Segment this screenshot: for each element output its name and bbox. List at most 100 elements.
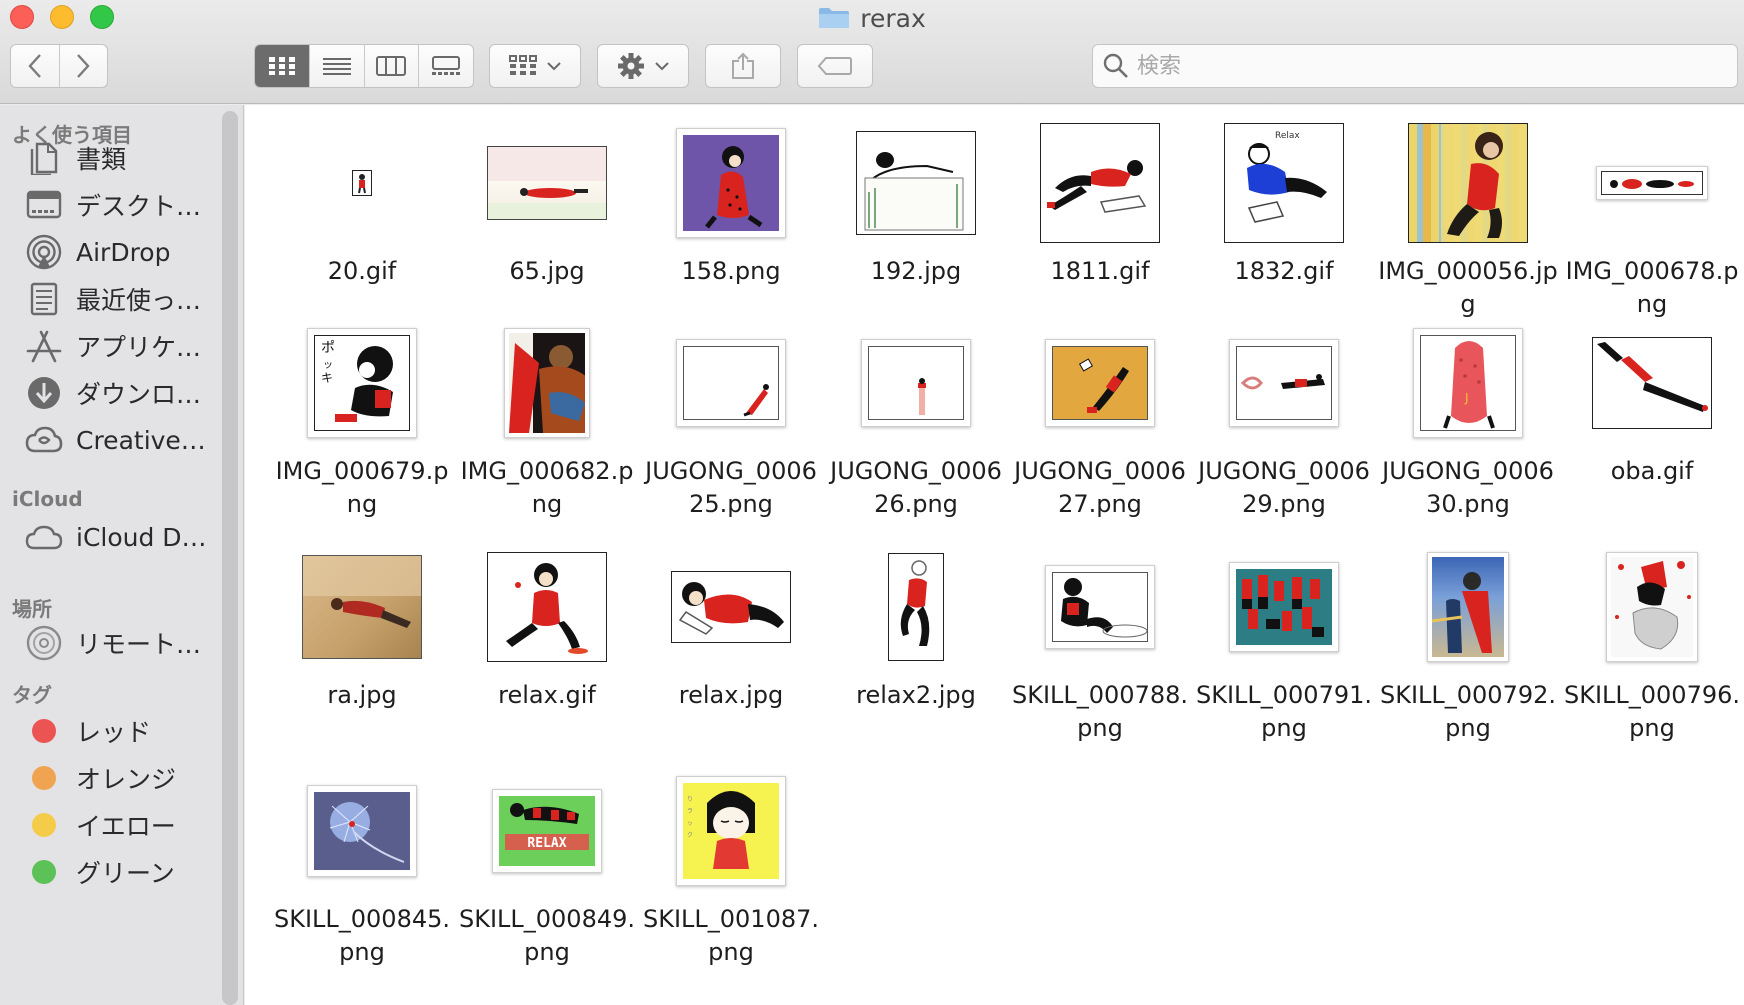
file-name: JUGONG_000627.png xyxy=(1014,457,1186,518)
search-input[interactable] xyxy=(1137,53,1697,79)
chevron-right-icon xyxy=(77,54,90,78)
share-button[interactable] xyxy=(705,44,781,88)
file-item[interactable]: relax2.jpg xyxy=(831,537,1001,757)
sidebar-scrollbar[interactable] xyxy=(222,111,238,1005)
gallery-view-button[interactable] xyxy=(418,45,473,87)
thumbnail-frame xyxy=(1567,313,1737,453)
tag-icon xyxy=(817,57,852,75)
image-thumbnail xyxy=(671,571,791,643)
sidebar-item-downloads[interactable]: ダウンロ… xyxy=(24,370,214,416)
sidebar-item-desktop[interactable]: デスクト… xyxy=(24,182,214,228)
close-window-button[interactable] xyxy=(10,5,34,29)
search-field[interactable] xyxy=(1092,44,1738,88)
thumbnail-frame xyxy=(1567,113,1737,253)
thumbnail-frame xyxy=(277,113,447,253)
file-item[interactable]: IMG_000056.jpg xyxy=(1378,113,1558,333)
sidebar-tag-green[interactable]: グリーン xyxy=(24,849,214,895)
file-item[interactable]: ポッキ IMG_000679.png xyxy=(276,313,448,533)
image-thumbnail: Relax xyxy=(1224,123,1344,243)
file-item[interactable]: RELAX SKILL_000849.png xyxy=(459,761,635,981)
forward-button[interactable] xyxy=(58,45,108,87)
thumbnail-frame xyxy=(462,537,632,677)
file-item[interactable]: SKILL_000845.png xyxy=(274,761,450,981)
file-item[interactable]: oba.gif xyxy=(1567,313,1737,533)
file-name: relax.jpg xyxy=(678,681,784,709)
file-item[interactable]: 1811.gif xyxy=(1015,113,1185,333)
share-icon xyxy=(732,52,754,79)
window-title: rerax xyxy=(860,3,926,33)
relax-banner-text: RELAX xyxy=(527,836,566,851)
file-item[interactable]: SKILL_000792.png xyxy=(1380,537,1556,757)
sidebar-item-label: AirDrop xyxy=(76,237,171,267)
action-menu-button[interactable] xyxy=(597,44,689,88)
thumbnail-frame xyxy=(1199,313,1369,453)
sidebar-item-airdrop[interactable]: AirDrop xyxy=(24,229,214,275)
file-item[interactable]: IMG_000682.png xyxy=(461,313,633,533)
file-item[interactable]: 65.jpg xyxy=(462,113,632,333)
thumbnail-frame xyxy=(1015,113,1185,253)
sidebar-item-applications[interactable]: アプリケ… xyxy=(24,323,214,369)
column-view-button[interactable] xyxy=(363,45,419,87)
image-thumbnail: りラック xyxy=(676,776,786,886)
file-item[interactable]: JUGONG_000627.png xyxy=(1014,313,1186,533)
view-mode-group xyxy=(254,44,474,88)
image-thumbnail xyxy=(487,146,607,220)
title-bar: rerax xyxy=(0,0,1744,104)
applications-icon xyxy=(24,326,64,366)
file-name: SKILL_000792.png xyxy=(1379,681,1557,742)
sidebar-tag-orange[interactable]: オレンジ xyxy=(24,755,214,801)
svg-text:Relax: Relax xyxy=(1275,131,1300,141)
file-item[interactable]: Relax 1832.gif xyxy=(1199,113,1369,333)
file-item[interactable]: J JUGONG_000630.png xyxy=(1382,313,1554,533)
sidebar-item-label: Creative… xyxy=(76,425,206,455)
file-item[interactable]: SKILL_000796.png xyxy=(1564,537,1740,757)
file-item[interactable]: JUGONG_000626.png xyxy=(830,313,1002,533)
file-item[interactable]: 20.gif xyxy=(277,113,447,333)
file-name: JUGONG_000626.png xyxy=(830,457,1002,518)
file-item[interactable]: JUGONG_000625.png xyxy=(645,313,817,533)
image-thumbnail xyxy=(1229,562,1339,652)
sidebar-item-label: レッド xyxy=(76,718,152,747)
image-thumbnail xyxy=(352,170,372,196)
thumbnail-frame xyxy=(831,113,1001,253)
list-view-button[interactable] xyxy=(308,45,364,87)
file-name: IMG_000682.png xyxy=(460,457,634,518)
sidebar-header-tags: タグ xyxy=(12,683,52,707)
downloads-icon xyxy=(24,373,64,413)
sidebar-header-places: 場所 xyxy=(12,597,52,621)
file-item[interactable]: IMG_000678.png xyxy=(1566,113,1738,333)
icon-view-button[interactable] xyxy=(255,45,309,87)
thumbnail-frame xyxy=(462,313,632,453)
image-thumbnail xyxy=(1592,337,1712,429)
file-item[interactable]: SKILL_000788.png xyxy=(1012,537,1188,757)
file-item[interactable]: relax.gif xyxy=(462,537,632,757)
svg-text:キ: キ xyxy=(321,371,333,385)
sidebar-item-remote-disc[interactable]: リモート… xyxy=(24,620,214,666)
image-thumbnail xyxy=(861,339,971,427)
file-item[interactable]: りラック SKILL_001087.png xyxy=(643,761,819,981)
file-item[interactable]: 158.png xyxy=(646,113,816,333)
file-item[interactable]: JUGONG_000629.png xyxy=(1198,313,1370,533)
thumbnail-frame xyxy=(1383,113,1553,253)
sidebar-tag-red[interactable]: レッド xyxy=(24,708,214,754)
sidebar-tag-yellow[interactable]: イエロー xyxy=(24,802,214,848)
file-item[interactable]: SKILL_000791.png xyxy=(1196,537,1372,757)
sidebar-item-icloud-drive[interactable]: iCloud D… xyxy=(24,514,214,560)
image-thumbnail xyxy=(1427,552,1509,662)
icon-view-icon xyxy=(268,57,295,75)
sidebar-item-documents[interactable]: 書類 xyxy=(24,135,214,181)
sidebar-item-recents[interactable]: 最近使っ… xyxy=(24,276,214,322)
file-name: SKILL_000849.png xyxy=(458,905,636,966)
file-item[interactable]: 192.jpg xyxy=(831,113,1001,333)
edit-tags-button[interactable] xyxy=(797,44,873,88)
file-item[interactable]: ra.jpg xyxy=(277,537,447,757)
zoom-window-button[interactable] xyxy=(90,5,114,29)
group-by-button[interactable] xyxy=(489,44,581,88)
sidebar-item-creative-cloud[interactable]: Creative… xyxy=(24,417,214,463)
orange-tag-icon xyxy=(32,766,56,790)
minimize-window-button[interactable] xyxy=(50,5,74,29)
thumbnail-frame xyxy=(277,537,447,677)
back-button[interactable] xyxy=(11,45,59,87)
file-item[interactable]: relax.jpg xyxy=(646,537,816,757)
file-name: 20.gif xyxy=(327,257,397,285)
